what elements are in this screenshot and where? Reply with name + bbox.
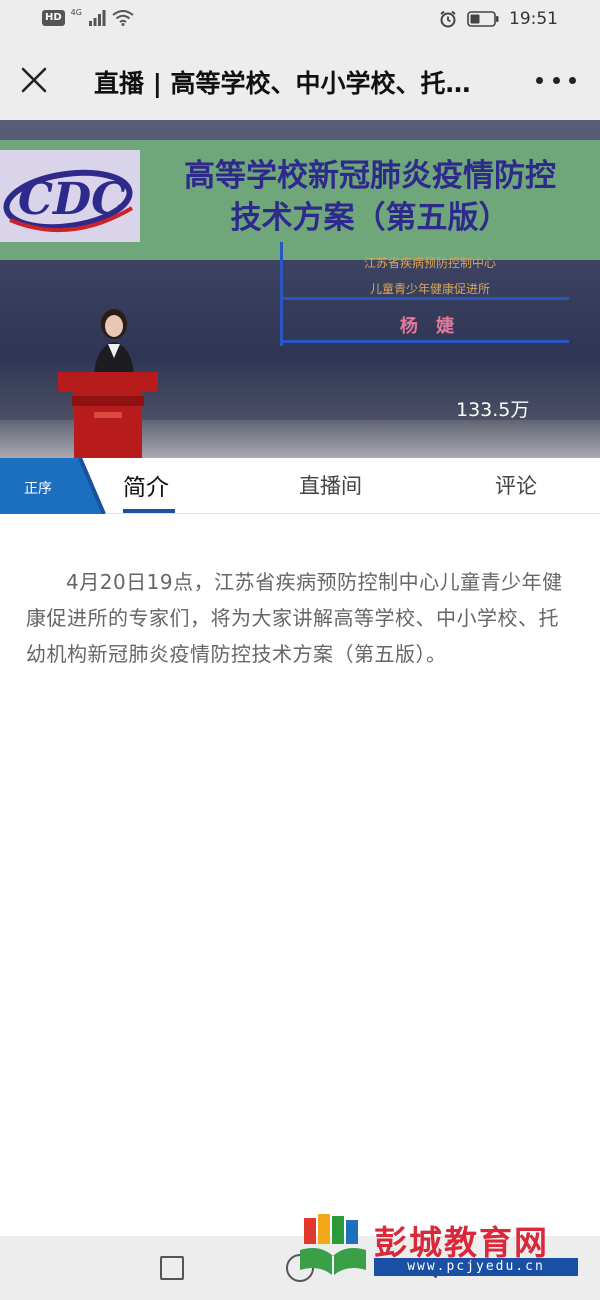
status-right: 19:51: [439, 9, 558, 29]
status-left: HD 4G: [42, 8, 134, 26]
title-bar: 直播 | 高等学校、中小学校、托幼机构新冠肺炎疫情防控技术方案（第五版）: [0, 40, 600, 120]
recent-apps-button[interactable]: [160, 1256, 184, 1280]
more-dot-icon: [536, 76, 543, 84]
info-divider: [283, 297, 569, 300]
speaker-org-line2: 儿童青少年健康促进所: [369, 282, 490, 296]
tab-intro[interactable]: 简介: [123, 468, 169, 502]
wifi-icon: [112, 10, 134, 26]
battery-icon: [467, 11, 499, 27]
speaker-figure: [94, 309, 134, 376]
status-bar: HD 4G 19:51: [0, 0, 600, 40]
watermark-url: www.pcjyedu.cn: [374, 1258, 578, 1276]
active-tab-indicator: [123, 509, 175, 513]
more-dot-icon: [552, 76, 560, 84]
close-icon: [21, 67, 47, 93]
intro-description: 4月20日19点，江苏省疾病预防控制中心儿童青少年健康促进所的专家们，将为大家讲…: [26, 570, 563, 666]
site-watermark: 彭城教育网 www.pcjyedu.cn: [296, 1212, 586, 1282]
tab-live-room[interactable]: 直播间: [299, 470, 362, 500]
view-count: 133.5万: [456, 399, 530, 421]
speaker-org-line1: 江苏省疾病预防控制中心: [363, 256, 496, 270]
close-button[interactable]: [18, 64, 50, 96]
tab-bar: 正序 简介 直播间 评论: [0, 458, 600, 514]
speaker-name: 杨 婕: [399, 316, 461, 337]
cdc-logo: CDC: [0, 150, 140, 242]
hd-badge: HD: [42, 10, 65, 26]
info-divider: [283, 340, 569, 343]
tab-comments[interactable]: 评论: [495, 470, 537, 500]
sort-order-badge-shape: [0, 458, 106, 514]
alarm-icon: [440, 10, 456, 28]
more-dot-icon: [569, 76, 576, 84]
live-video-player[interactable]: CDC 高等学校新冠肺炎疫情防控 技术方案（第五版） 江苏省疾病预防控制中心 儿…: [0, 120, 600, 458]
network-type-label: 4G: [70, 8, 82, 17]
watermark-book-logo: [300, 1214, 366, 1276]
cdc-logo-graphic: CDC: [3, 169, 134, 233]
signal-icon: [88, 10, 106, 26]
sort-order-badge[interactable]: 正序: [24, 478, 52, 498]
slide-title-line1: 高等学校新冠肺炎疫情防控: [184, 158, 556, 194]
slide-title-line2: 技术方案（第五版）: [230, 200, 510, 236]
clock-time: 19:51: [509, 9, 558, 29]
watermark-title: 彭城教育网: [374, 1223, 549, 1262]
more-options-button[interactable]: [536, 70, 576, 90]
page-title: 直播 | 高等学校、中小学校、托幼机构新冠肺炎疫情防控技术方案（第五版）: [94, 69, 494, 98]
podium: [58, 372, 158, 458]
